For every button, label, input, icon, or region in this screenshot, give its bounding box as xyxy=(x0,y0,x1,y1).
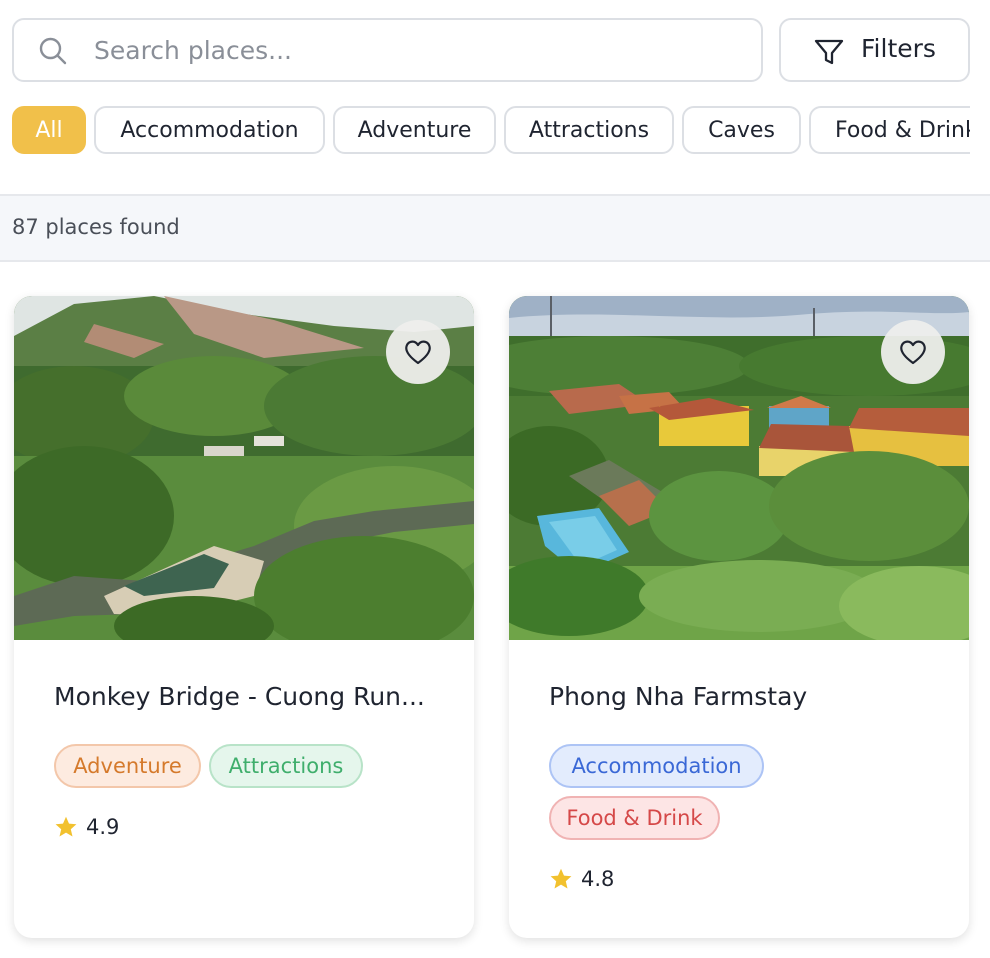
rating: 4.8 xyxy=(549,867,614,891)
filter-icon xyxy=(814,39,844,65)
favorite-button[interactable] xyxy=(881,320,945,384)
star-icon xyxy=(55,816,77,837)
place-title: Monkey Bridge - Cuong Run... xyxy=(54,682,425,711)
chip-food-drink[interactable]: Food & Drink xyxy=(809,106,970,154)
chip-adventure[interactable]: Adventure xyxy=(333,106,496,154)
search-input[interactable] xyxy=(94,20,744,80)
place-card[interactable]: Monkey Bridge - Cuong Run... Adventure A… xyxy=(14,296,474,938)
star-icon xyxy=(550,868,572,889)
category-chips: All Accommodation Adventure Attractions … xyxy=(12,106,970,154)
results-count: 87 places found xyxy=(12,215,180,239)
chip-all[interactable]: All xyxy=(12,106,86,154)
tag-food-drink: Food & Drink xyxy=(549,796,720,840)
filters-button-label: Filters xyxy=(861,34,936,63)
favorite-button[interactable] xyxy=(386,320,450,384)
place-photo xyxy=(509,296,969,640)
search-box[interactable] xyxy=(12,18,763,82)
rating-value: 4.8 xyxy=(581,867,615,891)
tag-adventure: Adventure xyxy=(54,744,201,788)
rating-value: 4.9 xyxy=(86,815,120,839)
tag-accommodation: Accommodation xyxy=(549,744,764,788)
results-count-bar: 87 places found xyxy=(0,194,990,262)
tag-attractions: Attractions xyxy=(209,744,363,788)
chip-accommodation[interactable]: Accommodation xyxy=(94,106,325,154)
heart-icon xyxy=(405,340,431,365)
place-card[interactable]: Phong Nha Farmstay Accommodation Food & … xyxy=(509,296,969,938)
place-title: Phong Nha Farmstay xyxy=(549,682,808,711)
heart-icon xyxy=(900,340,926,365)
top-bar: Filters All Accommodation Adventure Attr… xyxy=(0,0,990,194)
search-icon xyxy=(39,37,67,65)
place-photo xyxy=(14,296,474,640)
filters-button[interactable]: Filters xyxy=(779,18,970,82)
chip-caves[interactable]: Caves xyxy=(682,106,801,154)
chip-attractions[interactable]: Attractions xyxy=(504,106,674,154)
rating: 4.9 xyxy=(54,815,119,839)
